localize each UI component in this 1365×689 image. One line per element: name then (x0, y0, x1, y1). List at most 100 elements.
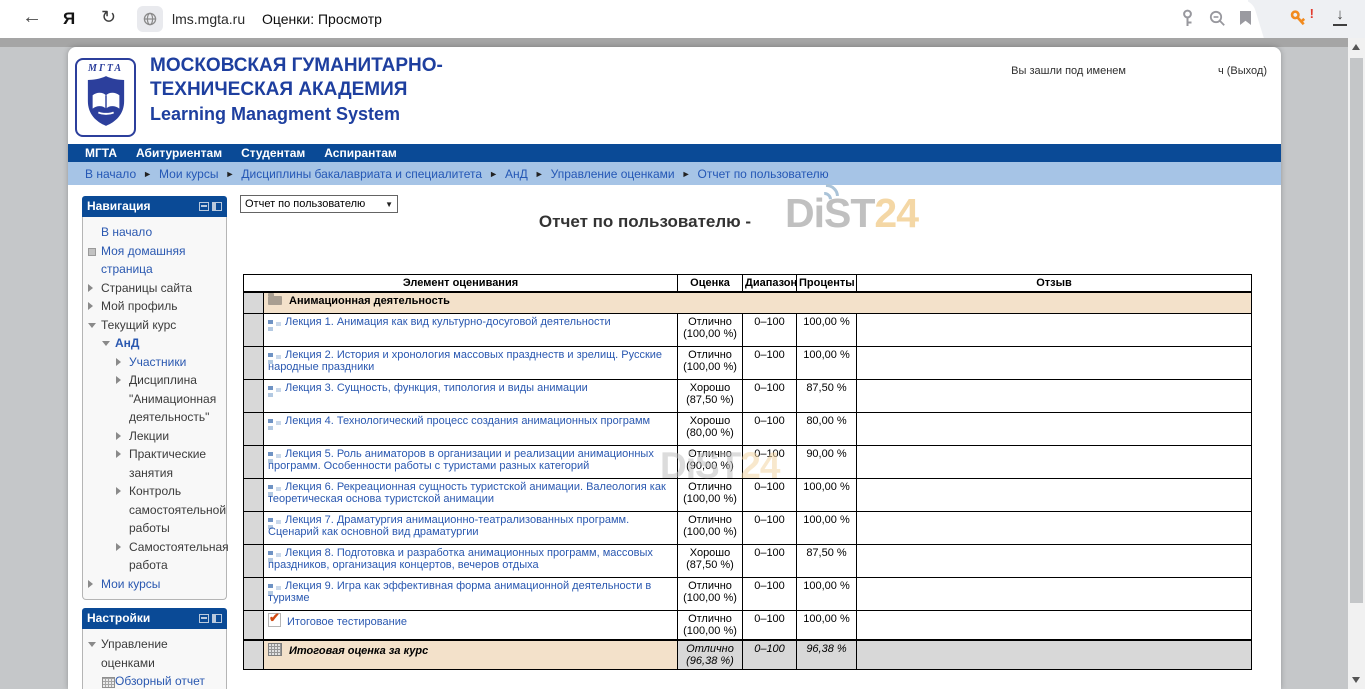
grade-percent: (87,50 %) (682, 394, 738, 406)
password-manager-icon[interactable] (1180, 9, 1195, 33)
download-arrow-icon: ↓ (1331, 7, 1349, 23)
settings-block: Настройки Управление оценкамиОбзорный от… (82, 608, 227, 689)
grade-item-link[interactable]: Лекция 6. Рекреационная сущность туристс… (268, 481, 666, 505)
tree-item[interactable]: Практические занятия (116, 445, 223, 482)
breadcrumb-link[interactable]: Мои курсы (159, 167, 218, 181)
tree-item[interactable]: Участники (116, 353, 223, 372)
refresh-icon[interactable]: ↻ (101, 7, 116, 28)
breadcrumb-link[interactable]: Управление оценками (551, 167, 675, 181)
breadcrumb-separator-icon: ► (482, 169, 505, 179)
block-dock-icon[interactable] (212, 202, 222, 211)
tree-item-label[interactable]: Обзорный отчет (115, 672, 205, 689)
grade-item-link[interactable]: Лекция 5. Роль аниматоров в организации … (268, 448, 654, 472)
tree-item[interactable]: АнД (102, 334, 223, 353)
scroll-down-icon[interactable] (1352, 677, 1360, 683)
logout-link[interactable]: ч (Выход) (1218, 65, 1267, 77)
search-icon[interactable] (1209, 10, 1226, 32)
tree-item[interactable]: Страницы сайта (88, 279, 223, 298)
grade-item-link[interactable]: Итоговое тестирование (287, 616, 407, 628)
collapsed-node-icon[interactable] (88, 284, 93, 292)
breadcrumb-link[interactable]: АнД (505, 167, 528, 181)
tree-item[interactable]: Управление оценками (88, 635, 223, 672)
category-label[interactable]: Анимационная деятельность (289, 295, 450, 307)
breadcrumb-link[interactable]: Дисциплины бакалавриата и специалитета (241, 167, 482, 181)
block-collapse-icon[interactable] (199, 202, 209, 211)
folder-icon (268, 296, 282, 305)
report-type-select[interactable]: Отчет по пользователю ▼ (240, 195, 398, 213)
tree-item[interactable]: Моя домашняя страница (88, 242, 223, 279)
alert-badge: ! (1310, 6, 1314, 21)
indent-cell (244, 512, 264, 545)
grade-item-link[interactable]: Лекция 1. Анимация как вид культурно-дос… (285, 316, 611, 328)
scroll-up-icon[interactable] (1352, 44, 1360, 50)
back-icon[interactable]: ← (22, 6, 42, 29)
collapsed-node-icon[interactable] (116, 487, 121, 495)
tree-item-label[interactable]: Моя домашняя страница (101, 242, 223, 279)
grade-item-link[interactable]: Лекция 4. Технологический процесс создан… (285, 415, 650, 427)
tree-item[interactable]: Мой профиль (88, 297, 223, 316)
grade-item-link[interactable]: Лекция 3. Сущность, функция, типология и… (285, 382, 588, 394)
feedback-cell (857, 314, 1252, 347)
scrollbar[interactable] (1348, 38, 1365, 689)
tree-item[interactable]: Обзорный отчет (102, 672, 223, 689)
menu-item[interactable]: Студентам (241, 146, 305, 160)
menu-item[interactable]: МГТА (85, 146, 117, 160)
collapsed-node-icon[interactable] (88, 302, 93, 310)
tree-item-label[interactable]: В начало (101, 223, 152, 242)
range-cell: 0–100 (743, 545, 797, 578)
protect-key-icon[interactable]: ! (1288, 8, 1310, 30)
menu-item[interactable]: Аспирантам (324, 146, 397, 160)
tree-item-icon-slot (102, 672, 115, 689)
tree-item[interactable]: Текущий курс (88, 316, 223, 335)
tree-item[interactable]: Лекции (116, 427, 223, 446)
main-content: Отчет по пользователю ▼ Отчет по пользов… (240, 185, 1280, 689)
tree-item-label: Дисциплина "Анимационная деятельность" (129, 371, 223, 427)
breadcrumb-link[interactable]: В начало (85, 167, 136, 181)
collapsed-node-icon[interactable] (88, 580, 93, 588)
collapsed-node-icon[interactable] (116, 450, 121, 458)
feedback-cell (857, 578, 1252, 611)
url-text[interactable]: lms.mgta.ru (172, 11, 245, 27)
page-title: Отчет по пользователю - (240, 212, 1050, 232)
watermark-text: DiST (660, 445, 740, 486)
tree-item[interactable]: Дисциплина "Анимационная деятельность" (116, 371, 223, 427)
collapsed-node-icon[interactable] (116, 543, 121, 551)
collapsed-node-icon[interactable] (116, 376, 121, 384)
breadcrumb-separator-icon: ► (528, 169, 551, 179)
grade-item-link[interactable]: Лекция 7. Драматургия анимационно-театра… (268, 514, 629, 538)
globe-icon (143, 12, 157, 26)
settings-block-header: Настройки (82, 608, 227, 629)
tree-item-label[interactable]: Мои курсы (101, 575, 160, 594)
tree-item-label[interactable]: АнД (115, 334, 139, 353)
download-icon[interactable]: ↓ (1331, 7, 1349, 26)
feedback-cell (857, 479, 1252, 512)
tree-item[interactable]: Самостоятельная работа (116, 538, 223, 575)
tree-item[interactable]: Мои курсы (88, 575, 223, 594)
grade-row: Лекция 2. История и хронология массовых … (244, 347, 1252, 380)
collapsed-node-icon[interactable] (116, 358, 121, 366)
expanded-node-icon[interactable] (88, 323, 96, 328)
range-cell: 0–100 (743, 347, 797, 380)
grade-item-link[interactable]: Лекция 2. История и хронология массовых … (268, 349, 662, 373)
menu-item[interactable]: Абитуриентам (136, 146, 222, 160)
block-collapse-icon[interactable] (199, 614, 209, 623)
indent-cell (244, 292, 264, 314)
breadcrumb-link[interactable]: Отчет по пользователю (698, 167, 829, 181)
tree-item-label[interactable]: Участники (129, 353, 186, 372)
indent-cell (244, 314, 264, 347)
percent-cell: 100,00 % (797, 314, 857, 347)
scrollbar-thumb[interactable] (1350, 58, 1363, 603)
tree-item[interactable]: В начало (88, 223, 223, 242)
expanded-node-icon[interactable] (102, 341, 110, 346)
site-info-button[interactable] (137, 6, 163, 32)
tree-item[interactable]: Контроль самостоятельной работы (116, 482, 223, 538)
block-dock-icon[interactable] (212, 614, 222, 623)
grade-item-link[interactable]: Лекция 9. Игра как эффективная форма ани… (268, 580, 651, 604)
grade-item-link[interactable]: Лекция 8. Подготовка и разработка анимац… (268, 547, 653, 571)
expanded-node-icon[interactable] (88, 642, 96, 647)
collapsed-node-icon[interactable] (116, 432, 121, 440)
grade-row: Лекция 1. Анимация как вид культурно-дос… (244, 314, 1252, 347)
yandex-logo-icon[interactable]: Я (63, 9, 75, 29)
main-menu: МГТА Абитуриентам Студентам Аспирантам (68, 144, 1281, 162)
grade-value: Хорошо (682, 382, 738, 394)
